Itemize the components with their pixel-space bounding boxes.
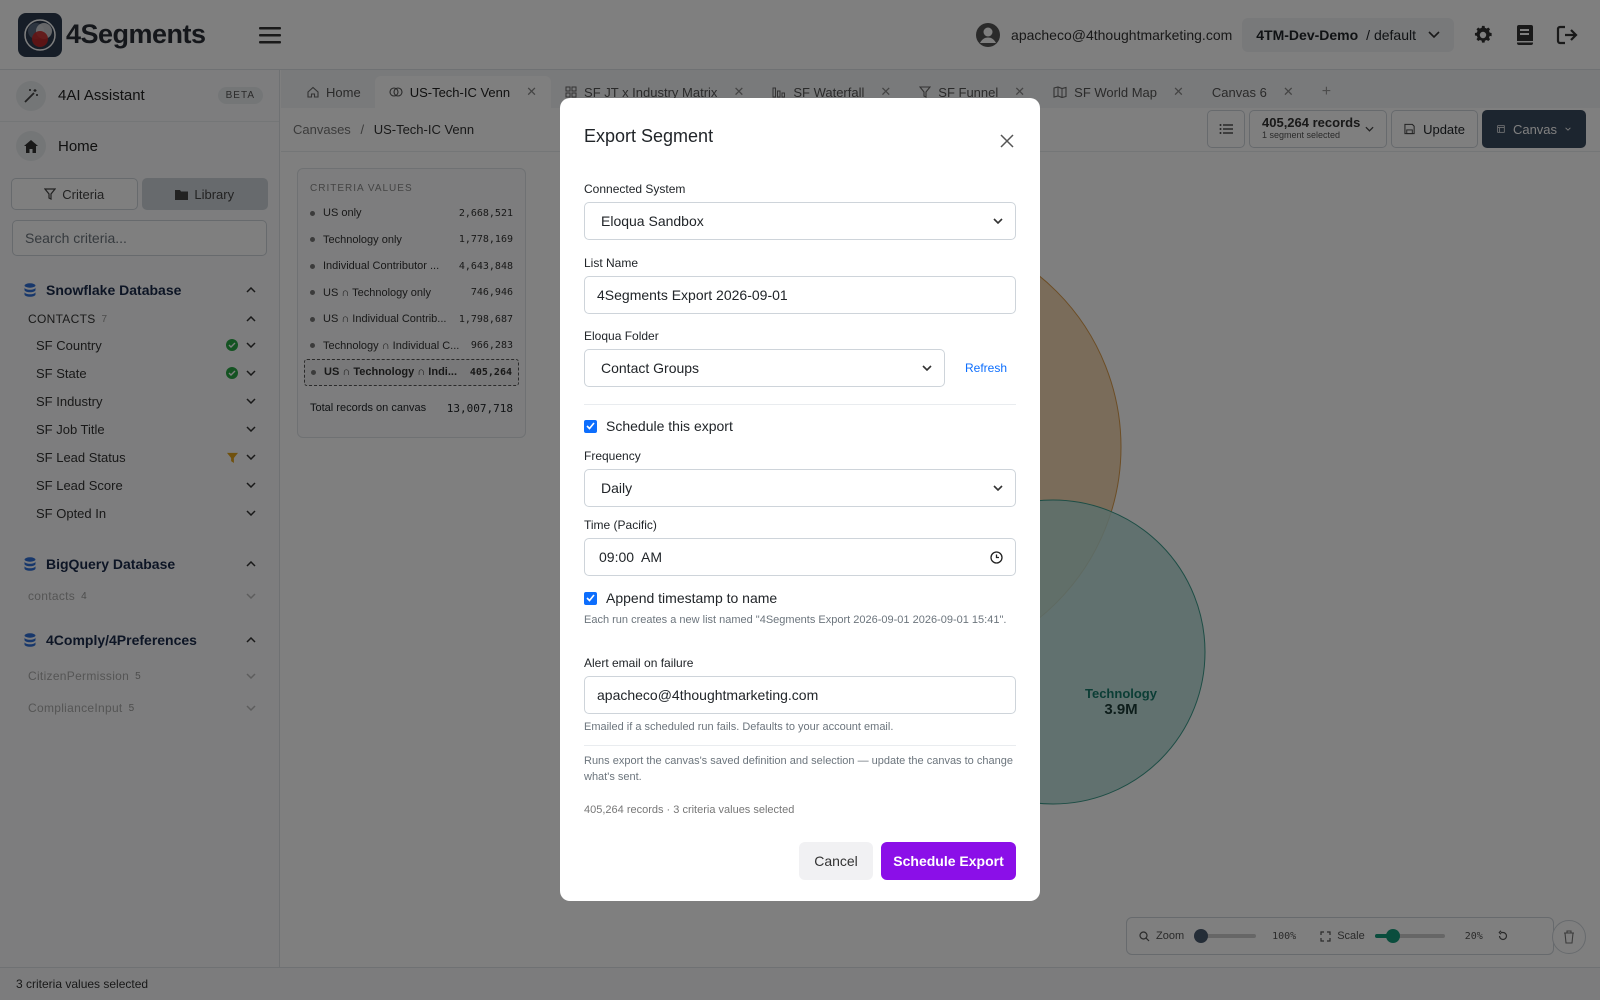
- frequency-value: Daily: [601, 480, 633, 496]
- frequency-label: Frequency: [584, 449, 641, 463]
- checkbox-checked-icon: [584, 419, 597, 433]
- export-note: Runs export the canvas's saved definitio…: [584, 755, 1013, 783]
- eloqua-folder-label: Eloqua Folder: [584, 329, 659, 343]
- append-timestamp-checkbox[interactable]: Append timestamp to name: [584, 590, 777, 606]
- checkbox-checked-icon: [584, 591, 597, 605]
- divider: [584, 404, 1016, 405]
- chevron-down-icon: [993, 485, 1003, 491]
- connected-system-select[interactable]: Eloqua Sandbox: [584, 202, 1016, 240]
- alert-help-text: Emailed if a scheduled run fails. Defaul…: [584, 721, 894, 733]
- refresh-link[interactable]: Refresh: [965, 361, 1007, 375]
- divider: [584, 745, 1016, 746]
- export-summary: 405,264 records · 3 criteria values sele…: [584, 804, 795, 816]
- list-name-value: 4Segments Export 2026-09-01: [597, 287, 788, 303]
- connected-system-label: Connected System: [584, 182, 686, 196]
- eloqua-folder-select[interactable]: Contact Groups: [584, 349, 945, 387]
- schedule-label: Schedule this export: [606, 418, 733, 434]
- alert-email-label: Alert email on failure: [584, 656, 694, 670]
- time-value: 09:00 AM: [599, 549, 663, 565]
- eloqua-folder-value: Contact Groups: [601, 360, 700, 376]
- append-help-text: Each run creates a new list named "4Segm…: [584, 614, 1007, 626]
- list-name-input[interactable]: 4Segments Export 2026-09-01: [584, 276, 1016, 314]
- chevron-down-icon: [922, 365, 932, 371]
- alert-email-input[interactable]: apacheco@4thoughtmarketing.com: [584, 676, 1016, 714]
- clock-icon[interactable]: [990, 550, 1003, 564]
- list-name-label: List Name: [584, 256, 639, 270]
- alert-email-value: apacheco@4thoughtmarketing.com: [597, 687, 819, 703]
- connected-system-value: Eloqua Sandbox: [601, 213, 704, 229]
- schedule-export-button[interactable]: Schedule Export: [881, 842, 1016, 880]
- close-icon[interactable]: [1000, 134, 1016, 150]
- cancel-button[interactable]: Cancel: [799, 842, 873, 880]
- time-input[interactable]: 09:00 AM: [584, 538, 1016, 576]
- append-label: Append timestamp to name: [606, 590, 778, 606]
- export-segment-modal: Export Segment Connected System Eloqua S…: [560, 98, 1040, 901]
- modal-title: Export Segment: [584, 126, 714, 146]
- schedule-export-checkbox[interactable]: Schedule this export: [584, 418, 733, 434]
- chevron-down-icon: [993, 218, 1003, 224]
- frequency-select[interactable]: Daily: [584, 469, 1016, 507]
- time-label: Time (Pacific): [584, 518, 657, 532]
